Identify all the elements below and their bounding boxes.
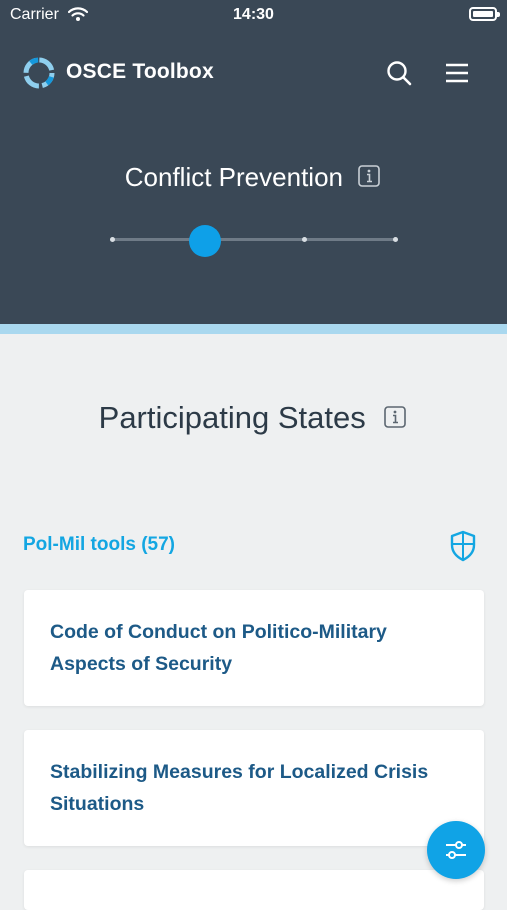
status-bar: Carrier 14:30 <box>0 0 507 30</box>
slider-thumb[interactable] <box>189 225 221 257</box>
section-title: Conflict Prevention <box>124 162 343 192</box>
info-icon[interactable] <box>356 163 382 196</box>
menu-button[interactable] <box>442 58 472 88</box>
logo-icon <box>23 57 55 89</box>
filter-icon <box>446 841 466 859</box>
accent-strip <box>0 324 507 334</box>
tool-card-title: Stabilizing Measures for Localized Crisi… <box>50 761 429 815</box>
info-icon[interactable] <box>382 402 408 438</box>
page-title: Participating States <box>98 400 366 435</box>
page-title-row: Participating States <box>0 400 507 438</box>
tool-card-title: Code of Conduct on Politico-Military Asp… <box>50 621 387 675</box>
status-time: 14:30 <box>233 6 274 23</box>
filter-button[interactable] <box>427 821 485 879</box>
slider-stop[interactable] <box>302 237 307 242</box>
tool-card[interactable]: Stabilizing Measures for Localized Crisi… <box>24 730 484 846</box>
slider-track <box>110 238 398 241</box>
phase-slider[interactable] <box>110 225 398 257</box>
menu-icon <box>446 63 468 83</box>
tools-count-header[interactable]: Pol-Mil tools (57) <box>23 534 175 556</box>
app-title: OSCE Toolbox <box>66 60 214 83</box>
section-title-row: Conflict Prevention <box>0 162 507 196</box>
search-button[interactable] <box>384 58 414 88</box>
tool-card[interactable]: Code of Conduct on Politico-Military Asp… <box>24 590 484 706</box>
battery-icon <box>469 7 500 21</box>
slider-stop[interactable] <box>393 237 398 242</box>
search-icon <box>387 61 412 86</box>
app-header: Carrier 14:30 OSCE Toolbox Conflict Prev… <box>0 0 507 324</box>
shield-icon[interactable] <box>449 530 477 562</box>
tool-card[interactable] <box>24 870 484 910</box>
slider-stop[interactable] <box>110 237 115 242</box>
